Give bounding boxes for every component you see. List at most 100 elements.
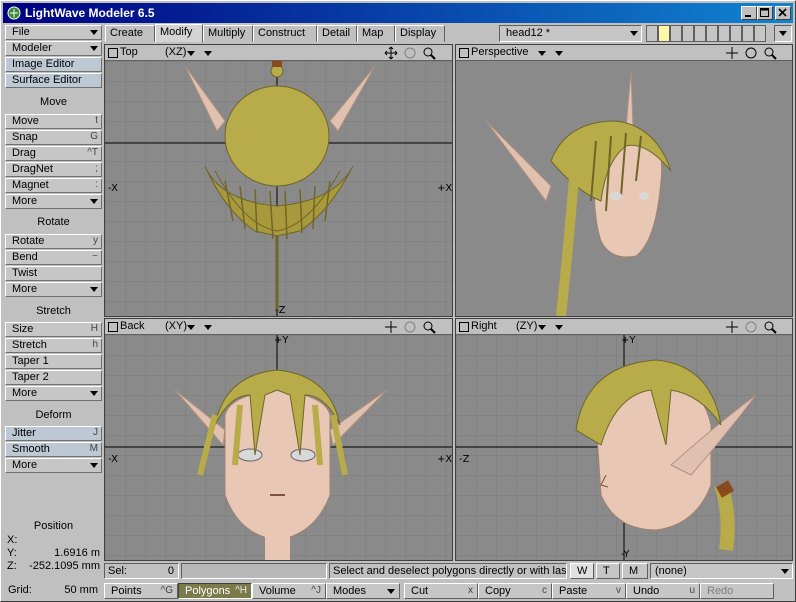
minimize-button[interactable] xyxy=(741,6,757,20)
paste-button[interactable]: Paste v xyxy=(552,583,626,599)
layer-button-8[interactable] xyxy=(730,25,742,42)
layer-menu[interactable] xyxy=(774,25,792,42)
viewport-top[interactable]: Top (XZ) -X +X -Z xyxy=(104,44,453,317)
shortcut-key: v xyxy=(616,585,621,596)
viewport-perspective-canvas[interactable] xyxy=(456,61,792,316)
modes-menu[interactable]: Modes xyxy=(326,583,400,599)
viewport-top-canvas[interactable]: -X +X -Z xyxy=(105,61,452,316)
volume-mode-button[interactable]: Volume ^J xyxy=(252,583,326,599)
cut-button[interactable]: Cut x xyxy=(404,583,478,599)
rotate-view-icon[interactable] xyxy=(402,320,418,334)
zoom-icon[interactable] xyxy=(762,46,778,60)
sel-label: Sel: xyxy=(108,565,127,577)
drag-tool-button[interactable]: Drag ^T xyxy=(5,146,102,161)
zoom-icon[interactable] xyxy=(421,320,437,334)
chevron-down-icon[interactable] xyxy=(204,51,212,56)
viewport-maximize-icon[interactable] xyxy=(459,48,469,58)
more-deform-menu[interactable]: More xyxy=(5,458,102,473)
viewport-back-canvas[interactable]: -X +X +Y xyxy=(105,335,452,560)
viewport-view-label[interactable]: Top xyxy=(120,46,138,58)
chevron-down-icon[interactable] xyxy=(204,325,212,330)
viewport-back[interactable]: Back (XY) -X +X +Y xyxy=(104,318,453,561)
layer-button-4[interactable] xyxy=(682,25,694,42)
viewport-view-label[interactable]: Perspective xyxy=(471,46,528,58)
bend-tool-button[interactable]: Bend ~ xyxy=(5,250,102,265)
undo-button[interactable]: Undo u xyxy=(626,583,700,599)
points-mode-button[interactable]: Points ^G xyxy=(104,583,178,599)
tab-map[interactable]: Map xyxy=(357,25,395,42)
layer-button-2[interactable] xyxy=(658,25,670,42)
rotate-tool-button[interactable]: Rotate y xyxy=(5,234,102,249)
zoom-icon[interactable] xyxy=(421,46,437,60)
axis-neg-z: -Z xyxy=(459,454,470,465)
jitter-tool-button[interactable]: Jitter J xyxy=(5,426,102,441)
file-menu[interactable]: File xyxy=(5,25,102,40)
snap-tool-button[interactable]: Snap G xyxy=(5,130,102,145)
surface-editor-button[interactable]: Surface Editor xyxy=(5,73,102,88)
tab-detail[interactable]: Detail xyxy=(317,25,357,42)
more-rotate-menu[interactable]: More xyxy=(5,282,102,297)
size-tool-button[interactable]: Size H xyxy=(5,322,102,337)
viewport-view-label[interactable]: Back xyxy=(120,320,144,332)
texture-toggle[interactable]: T xyxy=(596,563,620,579)
chevron-down-icon[interactable] xyxy=(555,51,563,56)
close-icon xyxy=(778,8,787,17)
taper1-tool-button[interactable]: Taper 1 xyxy=(5,354,102,369)
taper2-tool-button[interactable]: Taper 2 xyxy=(5,370,102,385)
redo-button[interactable]: Redo xyxy=(700,583,774,599)
dragnet-tool-button[interactable]: DragNet; xyxy=(5,162,102,177)
viewport-right[interactable]: Right (ZY) -Z +Y -Y xyxy=(455,318,793,561)
modeler-menu[interactable]: Modeler xyxy=(5,41,102,56)
tab-construct[interactable]: Construct xyxy=(253,25,317,42)
more-label: More xyxy=(12,387,38,399)
more-move-menu[interactable]: More xyxy=(5,194,102,209)
viewport-view-label[interactable]: Right xyxy=(471,320,497,332)
zoom-icon[interactable] xyxy=(762,320,778,334)
move-tool-button[interactable]: Move t xyxy=(5,114,102,129)
viewport-maximize-icon[interactable] xyxy=(459,322,469,332)
tab-create[interactable]: Create xyxy=(105,25,155,42)
title-bar[interactable]: LightWave Modeler 6.5 xyxy=(3,3,793,23)
chevron-down-icon[interactable] xyxy=(555,325,563,330)
more-stretch-menu[interactable]: More xyxy=(5,386,102,401)
viewport-maximize-icon[interactable] xyxy=(108,48,118,58)
layer-button-7[interactable] xyxy=(718,25,730,42)
layer-button-5[interactable] xyxy=(694,25,706,42)
magnet-tool-button[interactable]: Magnet: xyxy=(5,178,102,193)
tab-multiply[interactable]: Multiply xyxy=(203,25,253,42)
chevron-down-icon[interactable] xyxy=(538,51,546,56)
chevron-down-icon[interactable] xyxy=(538,325,546,330)
pan-icon[interactable] xyxy=(383,46,399,60)
layer-button-10[interactable] xyxy=(754,25,766,42)
image-editor-button[interactable]: Image Editor xyxy=(5,57,102,72)
viewport-perspective[interactable]: Perspective xyxy=(455,44,793,317)
twist-tool-button[interactable]: Twist xyxy=(5,266,102,281)
rotate-view-icon[interactable] xyxy=(402,46,418,60)
rotate-view-icon[interactable] xyxy=(743,46,759,60)
wireframe-toggle[interactable]: W xyxy=(570,563,594,579)
close-button[interactable] xyxy=(775,6,791,20)
copy-button[interactable]: Copy c xyxy=(478,583,552,599)
material-toggle[interactable]: M xyxy=(622,563,648,579)
rotate-view-icon[interactable] xyxy=(743,320,759,334)
object-select[interactable]: head12 * xyxy=(499,25,642,42)
viewport-maximize-icon[interactable] xyxy=(108,322,118,332)
maximize-button[interactable] xyxy=(757,6,773,20)
pan-icon[interactable] xyxy=(383,320,399,334)
chevron-down-icon[interactable] xyxy=(187,51,195,56)
polygons-mode-button[interactable]: Polygons ^H xyxy=(178,583,252,599)
layer-button-1[interactable] xyxy=(646,25,658,42)
tab-modify[interactable]: Modify xyxy=(155,24,203,43)
chevron-down-icon[interactable] xyxy=(187,325,195,330)
layer-button-3[interactable] xyxy=(670,25,682,42)
layer-button-9[interactable] xyxy=(742,25,754,42)
shortcut-key: ^J xyxy=(311,585,321,596)
stretch-tool-button[interactable]: Stretch h xyxy=(5,338,102,353)
smooth-tool-button[interactable]: Smooth M xyxy=(5,442,102,457)
tab-display[interactable]: Display xyxy=(395,25,445,42)
pan-icon[interactable] xyxy=(724,46,740,60)
viewport-right-canvas[interactable]: -Z +Y -Y xyxy=(456,335,792,560)
surface-select[interactable]: (none) xyxy=(650,563,793,579)
pan-icon[interactable] xyxy=(724,320,740,334)
layer-button-6[interactable] xyxy=(706,25,718,42)
